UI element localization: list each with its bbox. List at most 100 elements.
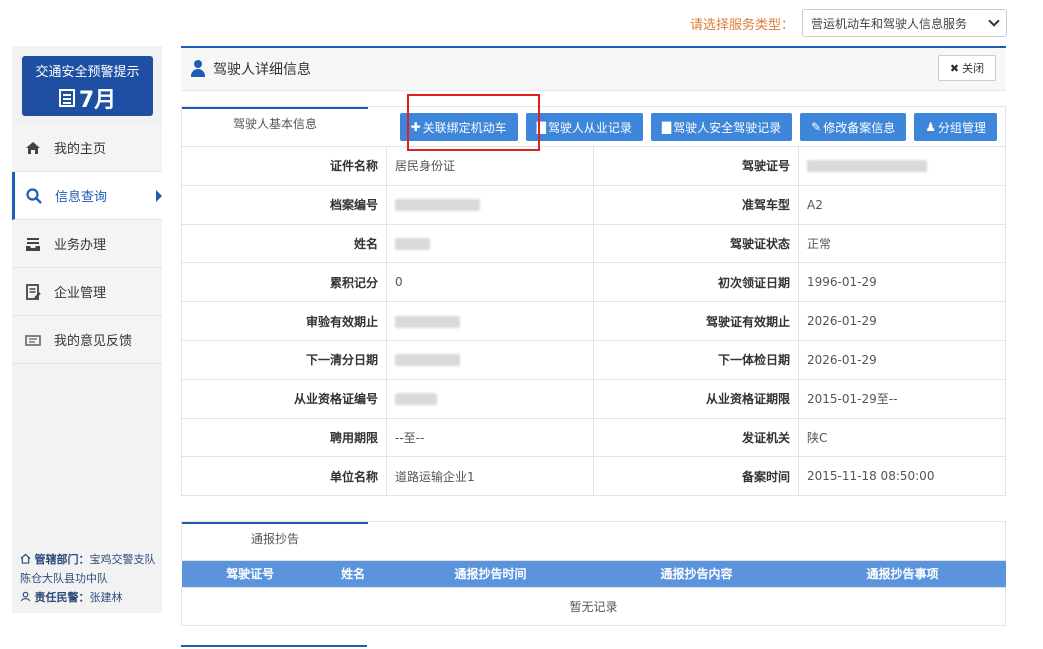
jurisdiction-info: 管辖部门：宝鸡交警支队陈仓大队县功中队 责任民警：张建林 [12, 550, 162, 607]
field-label: 初次领证日期 [593, 262, 799, 303]
field-value [798, 146, 1006, 186]
notice-section: 通报抄告 驾驶证号 姓名 通报抄告时间 通报抄告内容 通报抄告事项 暂无记录 [181, 521, 1006, 626]
sidebar: 交通安全预警提示 7月 我的主页 信息查询 业务办理 企业管理 我的意见反馈 管… [12, 46, 162, 613]
field-value: 陕C [798, 417, 1006, 458]
field-label: 姓名 [181, 223, 387, 264]
officer-value: 张建林 [89, 591, 123, 604]
notice-header-row: 驾驶证号 姓名 通报抄告时间 通报抄告内容 通报抄告事项 [181, 561, 1006, 587]
field-value: A2 [798, 184, 1006, 225]
pencil-icon: ✎ [811, 120, 822, 134]
table-row: 审验有效期止 驾驶证有效期止 2026-01-29 [181, 301, 1006, 341]
service-type-selector: 请选择服务类型： 营运机动车和驾驶人信息服务 [690, 9, 1008, 37]
alert-month-row: 7月 [22, 82, 153, 114]
table-row: 证件名称 居民身份证 驾驶证号 [181, 146, 1006, 186]
alert-title: 交通安全预警提示 [35, 65, 140, 80]
chevron-down-icon [988, 15, 1000, 27]
driver-detail-panel: 驾驶人详细信息 ✖ 关闭 驾驶人基本信息 ✚ 关联绑定机动车 ▇ 驾驶人从业记录 ▇… [181, 46, 1006, 497]
safe-driving-record-button[interactable]: ▇ 驾驶人安全驾驶记录 [650, 113, 793, 141]
column-header: 姓名 [318, 561, 388, 587]
notice-table: 驾驶证号 姓名 通报抄告时间 通报抄告内容 通报抄告事项 暂无记录 [181, 561, 1006, 626]
service-type-value: 营运机动车和驾驶人信息服务 [811, 16, 968, 31]
table-row: 累积记分 0 初次领证日期 1996-01-29 [181, 262, 1006, 303]
document-edit-icon [26, 283, 41, 300]
sidebar-item-label: 我的主页 [54, 142, 107, 157]
field-label: 聘用期限 [181, 417, 387, 458]
field-value: 道路运输企业1 [386, 456, 594, 497]
feedback-icon [25, 334, 41, 346]
employment-record-button[interactable]: ▇ 驾驶人从业记录 [525, 113, 643, 141]
field-label: 从业资格证期限 [593, 378, 799, 419]
field-label: 累积记分 [181, 262, 387, 303]
field-value: 2026-01-29 [798, 301, 1006, 341]
field-value: 2015-11-18 08:50:00 [798, 456, 1006, 497]
field-value [386, 339, 594, 380]
highlight-box [407, 94, 540, 151]
redacted-value [395, 393, 437, 406]
sidebar-item-label: 信息查询 [55, 190, 108, 205]
empty-row: 暂无记录 [181, 586, 1006, 626]
calendar-icon [58, 89, 75, 107]
column-header: 通报抄告内容 [593, 561, 800, 587]
sidebar-item-business[interactable]: 业务办理 [12, 220, 162, 268]
field-label: 从业资格证编号 [181, 378, 387, 419]
edit-record-button[interactable]: ✎ 修改备案信息 [800, 113, 907, 141]
field-label: 备案时间 [593, 456, 799, 497]
tab-bar: 驾驶人基本信息 ✚ 关联绑定机动车 ▇ 驾驶人从业记录 ▇ 驾驶人安全驾驶记录 ✎ 修改… [181, 94, 1006, 151]
field-label: 驾驶证号 [593, 146, 799, 186]
field-value: 2026-01-29 [798, 339, 1006, 380]
field-label: 驾驶证状态 [593, 223, 799, 264]
column-header: 通报抄告时间 [387, 561, 594, 587]
table-row: 姓名 驾驶证状态 正常 [181, 223, 1006, 264]
table-row: 下一清分日期 下一体检日期 2026-01-29 [181, 339, 1006, 380]
home-outline-icon [20, 553, 31, 564]
redacted-value [395, 237, 430, 250]
traffic-alert-card[interactable]: 交通安全预警提示 7月 [22, 56, 153, 116]
field-value: 2015-01-29至-- [798, 378, 1006, 419]
redacted-value [807, 160, 927, 173]
field-label: 驾驶证有效期止 [593, 301, 799, 341]
sidebar-item-home[interactable]: 我的主页 [12, 124, 162, 172]
table-row: 档案编号 准驾车型 A2 [181, 184, 1006, 225]
field-label: 发证机关 [593, 417, 799, 458]
field-label: 准驾车型 [593, 184, 799, 225]
column-header: 通报抄告事项 [799, 561, 1006, 587]
column-header: 驾驶证号 [181, 561, 319, 587]
close-button[interactable]: ✖ 关闭 [938, 55, 996, 81]
caret-right-icon [156, 189, 162, 202]
sidebar-item-label: 企业管理 [54, 286, 107, 301]
driver-info-table: 证件名称 居民身份证 驾驶证号 档案编号 准驾车型 A2 姓名 驾驶证状态 正常 累积记分 0 初次领… [181, 146, 1006, 497]
sidebar-item-feedback[interactable]: 我的意见反馈 [12, 316, 162, 364]
field-label: 档案编号 [181, 184, 387, 225]
officer-label: 责任民警： [34, 591, 90, 604]
field-value: 0 [386, 262, 594, 303]
officer-line: 责任民警：张建林 [20, 588, 162, 607]
redacted-value [395, 199, 480, 212]
field-value: 1996-01-29 [798, 262, 1006, 303]
field-value [386, 378, 594, 419]
table-row: 聘用期限 --至-- 发证机关 陕C [181, 417, 1006, 458]
employment-record-label: 驾驶人从业记录 [547, 120, 632, 135]
user-icon [189, 60, 207, 78]
sidebar-item-info-query[interactable]: 信息查询 [12, 172, 162, 220]
tab-notice[interactable]: 通报抄告 [182, 522, 368, 562]
field-value [386, 223, 594, 264]
field-value [386, 184, 594, 225]
safe-driving-record-label: 驾驶人安全驾驶记录 [673, 120, 782, 135]
sidebar-menu: 我的主页 信息查询 业务办理 企业管理 我的意见反馈 [12, 124, 162, 364]
sidebar-item-label: 我的意见反馈 [54, 334, 133, 349]
field-value: 居民身份证 [386, 146, 594, 186]
group-icon: ♟ [925, 120, 936, 134]
dept-line: 管辖部门：宝鸡交警支队陈仓大队县功中队 [20, 550, 162, 588]
sidebar-item-enterprise[interactable]: 企业管理 [12, 268, 162, 316]
tab-basic-info[interactable]: 驾驶人基本信息 [182, 107, 368, 147]
group-manage-button[interactable]: ♟ 分组管理 [914, 113, 997, 141]
field-label: 审验有效期止 [181, 301, 387, 341]
service-type-label: 请选择服务类型： [690, 17, 795, 33]
redacted-value [395, 354, 460, 367]
edit-record-label: 修改备案信息 [823, 120, 896, 135]
table-row: 从业资格证编号 从业资格证期限 2015-01-29至-- [181, 378, 1006, 419]
service-type-select[interactable]: 营运机动车和驾驶人信息服务 [802, 9, 1008, 37]
redacted-value [395, 315, 460, 328]
panel-header: 驾驶人详细信息 ✖ 关闭 [181, 46, 1006, 91]
inbox-icon [26, 237, 40, 251]
